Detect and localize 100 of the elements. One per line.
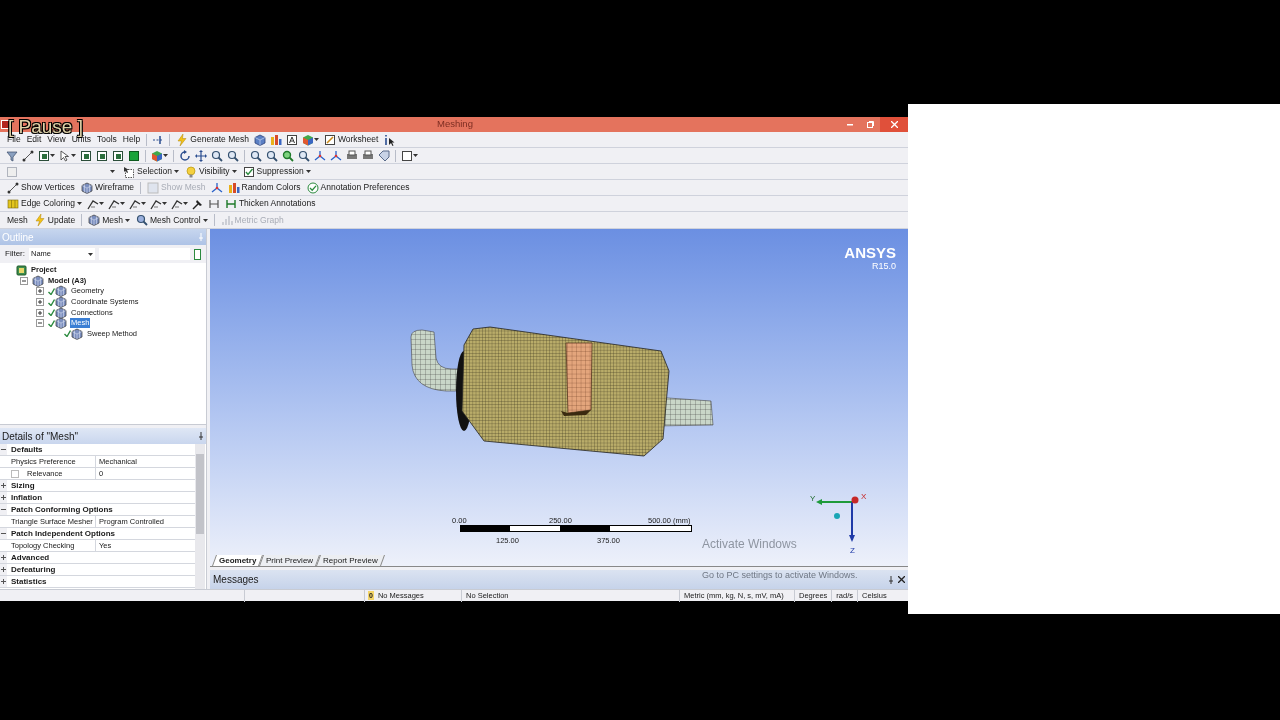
caret-icon[interactable] [88,252,93,256]
group-header[interactable]: Patch Independent Options [7,528,195,539]
caret-icon[interactable] [110,170,115,173]
box-icon[interactable] [128,149,140,162]
mesh-cube-icon [55,296,67,309]
toolbar-button[interactable]: Generate Mesh [173,132,252,147]
caret-icon[interactable] [98,202,104,205]
caret-icon[interactable] [182,202,188,205]
toolbar-button[interactable]: Wireframe [77,180,138,195]
printer-icon[interactable] [346,149,358,162]
page-icon[interactable] [112,149,124,162]
minimize-icon [847,123,853,126]
expand-icon[interactable] [1,483,6,488]
bar-chart-icon[interactable] [269,133,282,146]
close-icon[interactable] [898,576,905,583]
collapse-icon[interactable] [36,319,44,328]
toolbar-button[interactable]: Visibility [181,164,240,179]
expand-icon[interactable] [36,308,44,317]
magnifier-icon[interactable] [266,149,278,162]
caret-icon[interactable] [71,154,76,157]
axes-icon[interactable] [314,149,326,162]
group-header[interactable]: Defeaturing [7,564,195,575]
mesh-cube-icon [55,306,67,319]
collapse-icon[interactable] [20,276,28,285]
menu-item[interactable]: Tools [94,132,120,147]
info-icon[interactable] [383,133,396,146]
page-icon[interactable] [80,149,92,162]
view-tab[interactable]: Print Preview [259,555,321,566]
caret-icon[interactable] [76,202,82,205]
magnifier-icon[interactable] [227,149,239,162]
expand-icon[interactable] [1,567,6,572]
vertex-icon[interactable] [22,149,34,162]
caret-icon[interactable] [231,170,237,173]
expand-icon[interactable] [1,555,6,560]
caret-icon[interactable] [413,154,418,157]
toolbar-button[interactable]: Selection [120,164,182,179]
magnifier-icon[interactable] [250,149,262,162]
group-header[interactable]: Advanced [7,552,195,563]
group-header[interactable]: Statistics [7,576,195,587]
caret-icon[interactable] [313,138,319,141]
caret-icon[interactable] [119,202,125,205]
light-bulb-icon [184,165,197,178]
scrollbar[interactable] [195,444,205,589]
magnifier-icon[interactable] [211,149,223,162]
toolbar-button[interactable]: Thicken Annotations [221,196,319,211]
toolbar-button[interactable]: Worksheet [320,132,382,147]
printer-icon[interactable] [362,149,374,162]
group-header[interactable]: Patch Conforming Options [7,504,195,515]
toolbar-button[interactable]: Mesh Control [133,213,211,227]
text-box-icon[interactable] [285,133,298,146]
caret-icon[interactable] [140,202,146,205]
axes-icon[interactable] [330,149,342,162]
toolbar-button[interactable]: Suppression [239,164,314,179]
magnifier-icon[interactable] [282,149,294,162]
menu-item[interactable]: Help [119,132,144,147]
axis-triad-drawing[interactable] [816,496,859,542]
collapse-icon[interactable] [1,507,6,512]
close-button[interactable] [880,117,908,132]
menu-item[interactable]: View [44,132,69,147]
group-header[interactable]: Inflation [7,492,195,503]
rotate-icon[interactable] [179,149,191,162]
expand-icon[interactable] [1,495,6,500]
caret-icon[interactable] [161,202,167,205]
caret-icon[interactable] [305,170,311,173]
window-icon[interactable] [401,149,413,162]
expand-icon[interactable] [36,298,44,307]
expand-icon[interactable] [1,579,6,584]
checkbox[interactable] [11,469,19,478]
group-header[interactable]: Sizing [7,480,195,491]
tag-icon[interactable] [378,149,390,162]
caret-icon[interactable] [163,154,168,157]
caret-icon[interactable] [202,218,208,222]
toolbar-button[interactable]: Mesh [85,213,133,227]
collapse-icon[interactable] [1,447,6,452]
page-icon[interactable] [96,149,108,162]
filter-icon[interactable] [6,149,18,162]
group-header[interactable]: Defaults [7,444,195,455]
toolbar-button[interactable]: Mesh [4,213,31,227]
collapse-icon[interactable] [1,531,6,536]
magnifier-icon[interactable] [298,149,310,162]
menu-item[interactable]: Edit [23,132,45,147]
cube-icon[interactable] [253,133,266,146]
lightning-icon [33,214,46,226]
toolbar-button[interactable]: Show Vertices [4,180,78,195]
page-icon[interactable] [38,149,50,162]
color-cube-icon[interactable] [151,149,163,162]
color-cube-icon[interactable] [301,133,314,146]
axes-icon[interactable] [210,181,223,194]
caret-icon[interactable] [125,218,130,222]
caret-icon[interactable] [173,170,179,173]
expand-icon[interactable] [36,287,44,296]
cursor-icon[interactable] [59,149,71,162]
toolbar-button[interactable]: Random Colors [224,180,304,195]
toolbar-button[interactable]: Update [30,213,79,227]
view-tab[interactable]: Geometry [212,555,264,566]
move-icon[interactable] [195,149,207,162]
toolbar-button[interactable]: Annotation Preferences [303,180,413,195]
caret-icon[interactable] [50,154,55,157]
view-tab[interactable]: Report Preview [316,555,386,566]
toolbar-button[interactable]: Edge Coloring [4,196,85,211]
